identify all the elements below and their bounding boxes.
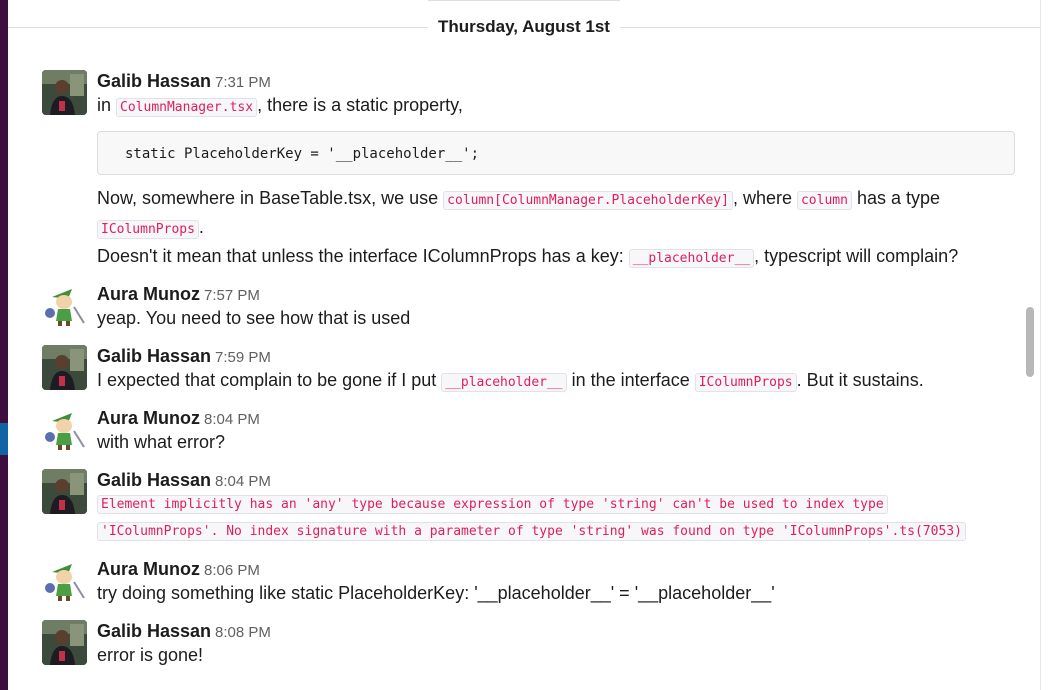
message-text: yeap. You need to see how that is used (97, 308, 411, 328)
avatar[interactable] (42, 345, 87, 390)
avatar[interactable] (42, 469, 87, 514)
author-name[interactable]: Aura Munoz (97, 284, 200, 304)
timestamp[interactable]: 7:31 PM (215, 74, 271, 91)
avatar[interactable] (42, 407, 87, 452)
message-text: try doing something like static Placehol… (97, 583, 775, 603)
timestamp[interactable]: 7:57 PM (204, 287, 260, 304)
divider-line-left (8, 27, 428, 28)
workspace-sidebar-edge (0, 0, 8, 690)
timestamp[interactable]: 8:04 PM (204, 411, 260, 428)
divider-line-top (428, 0, 620, 1)
scrollbar-thumb[interactable] (1026, 307, 1034, 377)
author-name[interactable]: Galib Hassan (97, 470, 211, 490)
message-text: I expected that complain to be gone if I… (97, 370, 924, 392)
message-text: Now, somewhere in BaseTable.tsx, we use … (97, 188, 940, 210)
inline-code: column[ColumnManager.PlaceholderKey] (443, 191, 733, 210)
code-block: static PlaceholderKey = '__placeholder__… (97, 131, 1015, 175)
day-divider-label[interactable]: Thursday, August 1st (428, 17, 620, 37)
pane-divider (1040, 0, 1041, 690)
inline-code: __placeholder__ (628, 249, 755, 268)
timestamp[interactable]: 8:06 PM (204, 562, 260, 579)
author-name[interactable]: Galib Hassan (97, 346, 211, 366)
inline-code: column (796, 191, 852, 210)
inline-code: ColumnManager.tsx (116, 98, 258, 117)
avatar[interactable] (42, 70, 87, 115)
message-text: with what error? (97, 432, 226, 452)
message-text: in ColumnManager.tsx, there is a static … (97, 95, 463, 117)
error-message: 'IColumnProps'. No index signature with … (97, 518, 1027, 545)
author-name[interactable]: Galib Hassan (97, 71, 211, 91)
inline-code: IColumnProps (694, 373, 797, 392)
timestamp[interactable]: 8:04 PM (215, 473, 271, 490)
message-text: Doesn't it mean that unless the interfac… (97, 246, 959, 268)
active-channel-marker (0, 423, 8, 455)
error-message: Element implicitly has an 'any' type bec… (97, 491, 1027, 518)
avatar[interactable] (42, 283, 87, 328)
avatar[interactable] (42, 620, 87, 665)
author-name[interactable]: Aura Munoz (97, 559, 200, 579)
timestamp[interactable]: 8:08 PM (215, 624, 271, 641)
message-text: IColumnProps. (97, 214, 1027, 243)
message-text: error is gone! (97, 645, 204, 665)
day-divider: Thursday, August 1st (8, 0, 1040, 56)
author-name[interactable]: Aura Munoz (97, 408, 200, 428)
timestamp[interactable]: 7:59 PM (215, 349, 271, 366)
inline-code: __placeholder__ (441, 373, 567, 392)
author-name[interactable]: Galib Hassan (97, 621, 211, 641)
avatar[interactable] (42, 558, 87, 603)
divider-line-right (620, 27, 1040, 28)
inline-code: IColumnProps (97, 220, 199, 239)
